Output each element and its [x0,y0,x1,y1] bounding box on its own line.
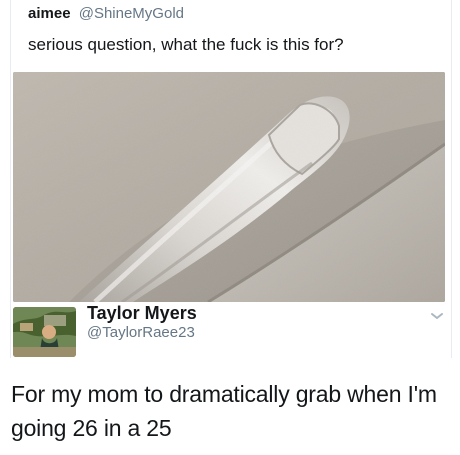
car-grab-handle-photo[interactable] [13,72,445,302]
original-handle[interactable]: @ShineMyGold [79,5,184,22]
grab-handle-image [13,72,445,302]
chevron-down-icon[interactable] [430,308,444,319]
reply-tweet-header: Taylor Myers @TaylorRaee23 [0,302,460,358]
profile-avatar-image [13,307,76,357]
chevron-down-icon-shape [431,313,443,319]
original-display-name[interactable]: aimee [28,5,71,22]
original-tweet-text: serious question, what the fuck is this … [28,35,344,54]
reply-tweet-text: For my mom to dramatically grab when I'm… [11,381,437,441]
profile-avatar[interactable] [13,307,76,357]
reply-display-name[interactable]: Taylor Myers [87,303,197,323]
screenshot-page: aimee @ShineMyGold serious question, wha… [0,0,460,455]
reply-handle[interactable]: @TaylorRaee23 [87,324,195,342]
original-tweet-author[interactable]: aimee @ShineMyGold [28,5,184,23]
